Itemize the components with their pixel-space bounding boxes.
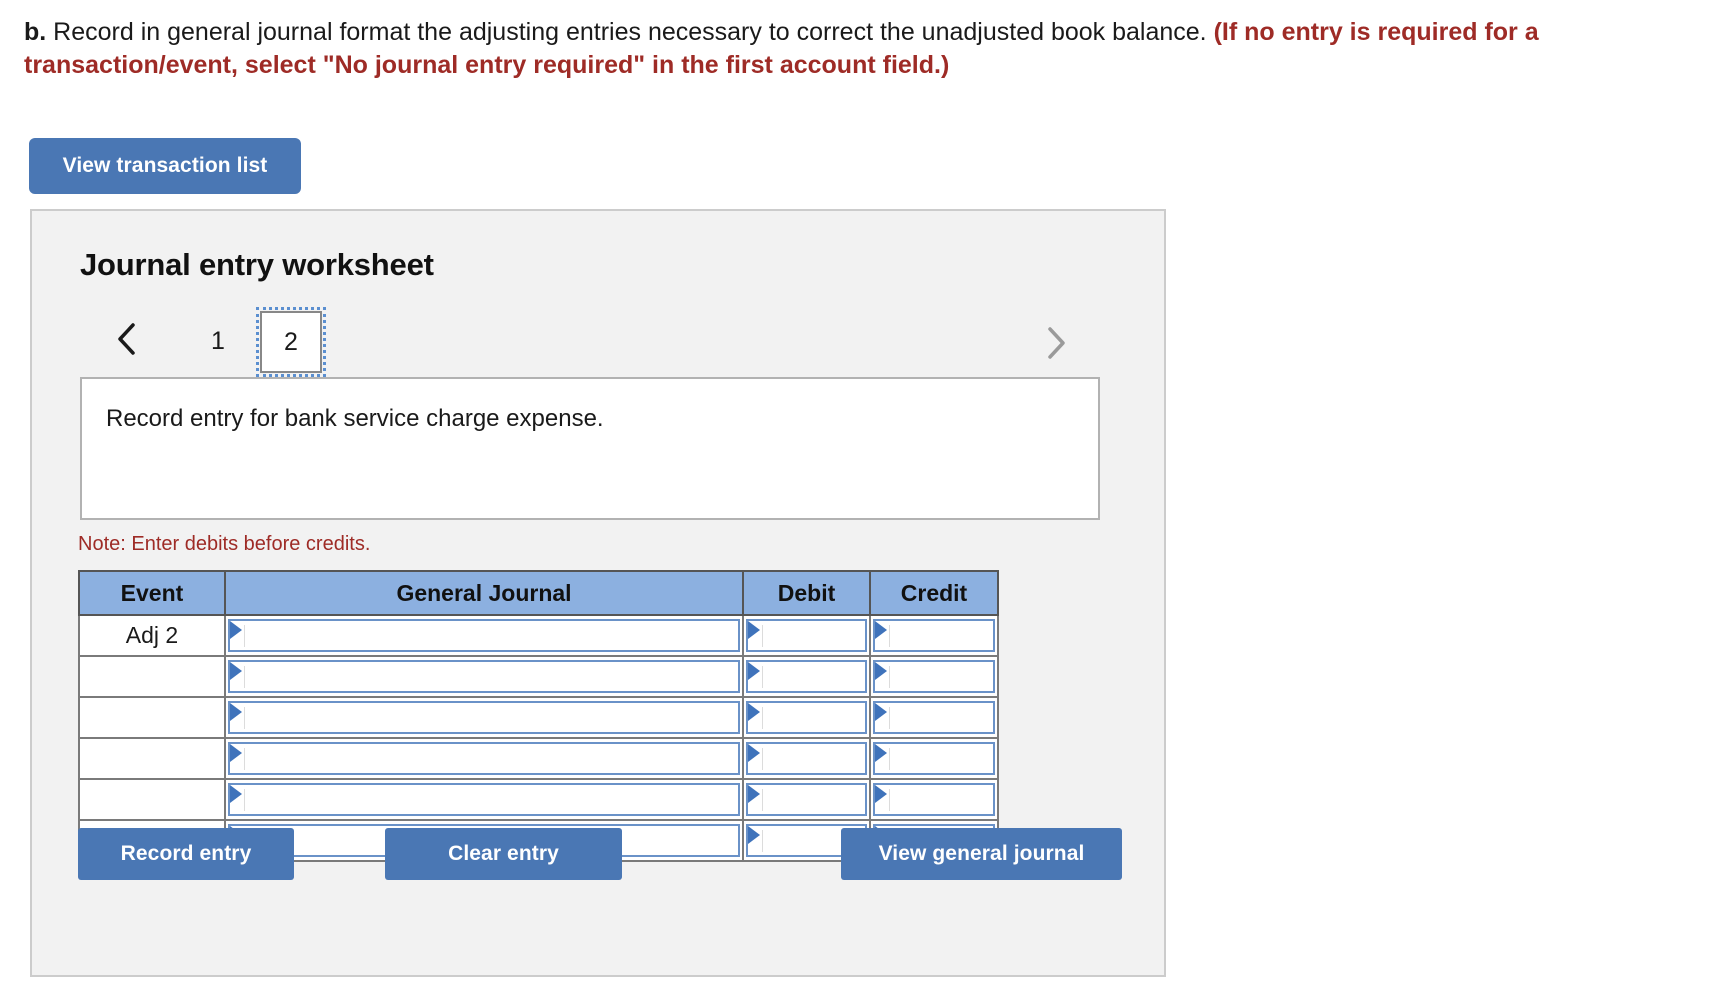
debit-cell bbox=[742, 614, 871, 657]
text-caret bbox=[889, 666, 890, 688]
table-row bbox=[78, 696, 999, 739]
question-prompt: b. Record in general journal format the … bbox=[24, 16, 1684, 83]
dropdown-triangle-icon bbox=[748, 703, 760, 721]
text-caret bbox=[244, 748, 245, 770]
credit-input-field[interactable] bbox=[873, 783, 995, 816]
dropdown-triangle-icon bbox=[748, 621, 760, 639]
credit-cell bbox=[869, 778, 999, 821]
record-entry-button[interactable]: Record entry bbox=[78, 828, 294, 880]
text-caret bbox=[889, 707, 890, 729]
general-journal-cell bbox=[224, 614, 744, 657]
account-select-field[interactable] bbox=[228, 660, 740, 693]
debit-cell bbox=[742, 778, 871, 821]
text-caret bbox=[762, 666, 763, 688]
column-header-general-journal: General Journal bbox=[224, 570, 744, 616]
dropdown-triangle-icon bbox=[875, 703, 887, 721]
credit-input-field[interactable] bbox=[873, 742, 995, 775]
table-row bbox=[78, 778, 999, 821]
debit-input-field[interactable] bbox=[746, 742, 867, 775]
credit-input-field[interactable] bbox=[873, 619, 995, 652]
pager-page-2-selected[interactable]: 2 bbox=[256, 307, 326, 377]
text-caret bbox=[762, 707, 763, 729]
debit-input-field[interactable] bbox=[746, 783, 867, 816]
dropdown-triangle-icon bbox=[875, 621, 887, 639]
dropdown-triangle-icon bbox=[875, 785, 887, 803]
account-select-field[interactable] bbox=[228, 742, 740, 775]
text-caret bbox=[762, 789, 763, 811]
debit-cell bbox=[742, 696, 871, 739]
column-header-credit: Credit bbox=[869, 570, 999, 616]
dropdown-triangle-icon bbox=[230, 744, 242, 762]
text-caret bbox=[244, 789, 245, 811]
dropdown-triangle-icon bbox=[230, 785, 242, 803]
chevron-left-icon bbox=[116, 321, 138, 357]
worksheet-pager: 1 2 bbox=[80, 307, 1110, 379]
text-caret bbox=[244, 707, 245, 729]
pager-next-button[interactable] bbox=[1032, 311, 1078, 375]
event-cell: Adj 2 bbox=[78, 614, 226, 657]
credit-input-field[interactable] bbox=[873, 660, 995, 693]
debit-cell bbox=[742, 737, 871, 780]
text-caret bbox=[889, 625, 890, 647]
event-cell bbox=[78, 778, 226, 821]
view-transaction-list-button[interactable]: View transaction list bbox=[29, 138, 301, 194]
table-row bbox=[78, 655, 999, 698]
question-text: Record in general journal format the adj… bbox=[46, 18, 1214, 46]
dropdown-triangle-icon bbox=[748, 826, 760, 844]
debit-input-field[interactable] bbox=[746, 701, 867, 734]
dropdown-triangle-icon bbox=[875, 744, 887, 762]
text-caret bbox=[889, 789, 890, 811]
table-header-row: Event General Journal Debit Credit bbox=[78, 570, 999, 616]
event-cell bbox=[78, 696, 226, 739]
text-caret bbox=[762, 625, 763, 647]
credit-cell bbox=[869, 655, 999, 698]
event-cell bbox=[78, 655, 226, 698]
dropdown-triangle-icon bbox=[230, 662, 242, 680]
view-general-journal-button[interactable]: View general journal bbox=[841, 828, 1122, 880]
pager-prev-button[interactable] bbox=[104, 307, 150, 371]
dropdown-triangle-icon bbox=[875, 662, 887, 680]
general-journal-cell bbox=[224, 696, 744, 739]
account-select-field[interactable] bbox=[228, 783, 740, 816]
text-caret bbox=[889, 748, 890, 770]
debits-before-credits-note: Note: Enter debits before credits. bbox=[78, 533, 371, 555]
text-caret bbox=[244, 625, 245, 647]
credit-cell bbox=[869, 737, 999, 780]
table-row: Adj 2 bbox=[78, 614, 999, 657]
general-journal-cell bbox=[224, 737, 744, 780]
debit-cell bbox=[742, 655, 871, 698]
debit-input-field[interactable] bbox=[746, 619, 867, 652]
debit-input-field[interactable] bbox=[746, 660, 867, 693]
text-caret bbox=[762, 830, 763, 852]
account-select-field[interactable] bbox=[228, 701, 740, 734]
column-header-event: Event bbox=[78, 570, 226, 616]
scenario-box: Record entry for bank service charge exp… bbox=[80, 377, 1100, 520]
dropdown-triangle-icon bbox=[230, 621, 242, 639]
account-select-field[interactable] bbox=[228, 619, 740, 652]
text-caret bbox=[244, 666, 245, 688]
journal-entry-worksheet-panel: Journal entry worksheet 1 2 Record entry… bbox=[30, 209, 1166, 977]
dropdown-triangle-icon bbox=[230, 703, 242, 721]
general-journal-cell bbox=[224, 778, 744, 821]
credit-cell bbox=[869, 696, 999, 739]
dropdown-triangle-icon bbox=[748, 662, 760, 680]
journal-entry-table: Event General Journal Debit Credit Adj 2 bbox=[78, 570, 999, 862]
chevron-right-icon bbox=[1044, 325, 1066, 361]
credit-input-field[interactable] bbox=[873, 701, 995, 734]
event-cell bbox=[78, 737, 226, 780]
credit-cell bbox=[869, 614, 999, 657]
dropdown-triangle-icon bbox=[748, 744, 760, 762]
general-journal-cell bbox=[224, 655, 744, 698]
worksheet-title: Journal entry worksheet bbox=[80, 247, 434, 282]
dropdown-triangle-icon bbox=[748, 785, 760, 803]
column-header-debit: Debit bbox=[742, 570, 871, 616]
pager-page-1[interactable]: 1 bbox=[190, 311, 246, 371]
clear-entry-button[interactable]: Clear entry bbox=[385, 828, 622, 880]
table-row bbox=[78, 737, 999, 780]
text-caret bbox=[762, 748, 763, 770]
question-label: b. bbox=[24, 18, 47, 46]
scenario-description: Record entry for bank service charge exp… bbox=[106, 405, 604, 432]
